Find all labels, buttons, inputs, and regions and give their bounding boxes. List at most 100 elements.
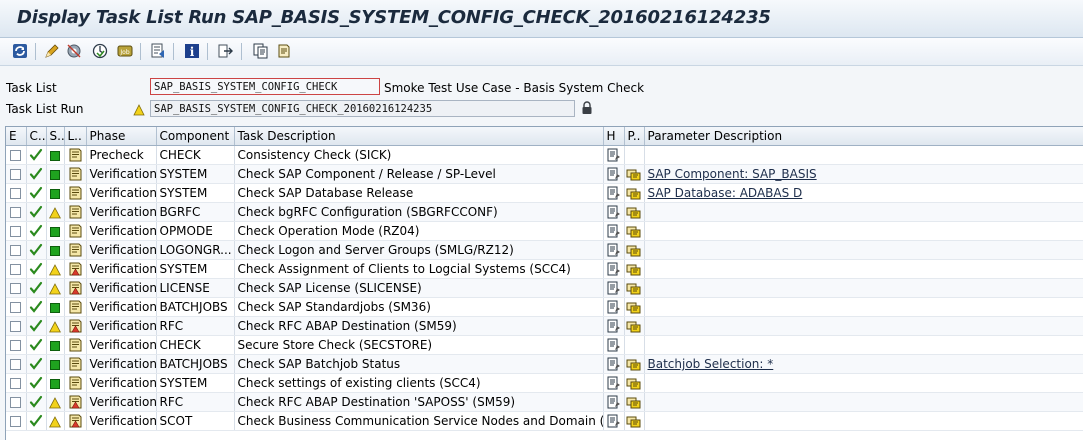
parameter-icon[interactable] [626,186,642,200]
parameter-icon-cell[interactable] [624,202,645,222]
table-row[interactable]: Verification BGRFC Check bgRFC Configurati… [6,202,1083,222]
navigate-icon[interactable] [218,43,234,59]
select-cell[interactable] [6,297,27,317]
log-icon[interactable] [67,224,83,238]
help-document-icon[interactable] [606,319,622,333]
row-checkbox[interactable] [10,283,22,294]
log-cell[interactable] [64,392,87,412]
help-cell[interactable] [603,145,625,165]
parameter-icon-cell[interactable] [624,259,645,279]
settings-icon[interactable] [66,43,82,59]
row-checkbox[interactable] [10,416,22,427]
table-row[interactable]: Verification SYSTEM Check Assignment of Cl… [6,259,1083,279]
table-row[interactable]: Verification SYSTEM Check SAP Component / … [6,164,1083,184]
refresh-icon[interactable] [12,43,28,59]
parameter-link[interactable]: Batchjob Selection: * [648,357,774,371]
print-icon[interactable] [276,43,292,59]
select-cell[interactable] [6,335,27,355]
edit-icon[interactable] [44,43,60,59]
help-cell[interactable] [603,316,625,336]
parameter-icon-cell[interactable] [624,183,645,203]
select-cell[interactable] [6,373,27,393]
log-cell[interactable] [64,145,87,165]
parameter-icon-cell[interactable] [624,297,645,317]
log-warning-icon[interactable] [67,395,83,409]
parameter-icon-cell[interactable] [624,411,645,431]
column-header-l[interactable]: L.. [64,127,87,146]
parameter-icon-cell[interactable] [624,240,645,260]
log-icon[interactable] [67,167,83,181]
log-cell[interactable] [64,335,87,355]
parameter-description-cell[interactable]: Batchjob Selection: * [644,354,1083,374]
table-row[interactable]: Verification SCOT Check Business Communica… [6,411,1083,431]
row-checkbox[interactable] [10,226,22,237]
parameter-icon[interactable] [626,243,642,257]
parameter-link[interactable]: SAP Component: SAP_BASIS [648,167,817,181]
help-document-icon[interactable] [606,357,622,371]
parameter-link[interactable]: SAP Database: ADABAS D [648,186,803,200]
log-warning-icon[interactable] [67,262,83,276]
select-cell[interactable] [6,145,27,165]
log-icon[interactable] [67,376,83,390]
copy-icon[interactable] [253,43,269,59]
log-cell[interactable] [64,164,87,184]
log-warning-icon[interactable] [67,281,83,295]
help-document-icon[interactable] [606,205,622,219]
log-cell[interactable] [64,221,87,241]
help-cell[interactable] [603,392,625,412]
parameter-icon-cell[interactable] [624,164,645,184]
parameter-icon-cell[interactable] [624,278,645,298]
help-document-icon[interactable] [606,167,622,181]
row-checkbox[interactable] [10,302,22,313]
parameter-icon-cell[interactable] [624,335,645,355]
table-row[interactable]: Verification CHECK Secure Store Check (SEC… [6,335,1083,355]
row-checkbox[interactable] [10,359,22,370]
log-icon[interactable] [67,186,83,200]
parameter-icon[interactable] [626,319,642,333]
parameter-icon[interactable] [626,224,642,238]
help-cell[interactable] [603,202,625,222]
table-row[interactable]: Verification RFC Check RFC ABAP Destinatio… [6,316,1083,336]
log-icon[interactable] [67,148,83,162]
help-cell[interactable] [603,183,625,203]
help-document-icon[interactable] [606,281,622,295]
log-icon[interactable] [67,357,83,371]
row-checkbox[interactable] [10,264,22,275]
select-cell[interactable] [6,164,27,184]
help-cell[interactable] [603,335,625,355]
log-cell[interactable] [64,240,87,260]
table-row[interactable]: Precheck CHECK Consistency Check (SICK) [6,145,1083,165]
select-cell[interactable] [6,202,27,222]
help-cell[interactable] [603,297,625,317]
select-cell[interactable] [6,240,27,260]
help-cell[interactable] [603,259,625,279]
table-row[interactable]: Verification SYSTEM Check SAP Database Rel… [6,183,1083,203]
column-header-component[interactable]: Component [156,127,235,146]
help-document-icon[interactable] [606,148,622,162]
help-document-icon[interactable] [606,376,622,390]
parameter-icon-cell[interactable] [624,354,645,374]
column-header-phase[interactable]: Phase [86,127,157,146]
table-row[interactable]: Verification LICENSE Check SAP License (SL… [6,278,1083,298]
parameter-icon[interactable] [626,167,642,181]
job-icon[interactable]: Job [117,43,133,59]
help-cell[interactable] [603,411,625,431]
help-cell[interactable] [603,240,625,260]
info-icon[interactable]: i [184,43,200,59]
table-row[interactable]: Verification OPMODE Check Operation Mode (… [6,221,1083,241]
parameter-icon-cell[interactable] [624,316,645,336]
column-header-h[interactable]: H [603,127,625,146]
export-icon[interactable] [150,43,166,59]
log-cell[interactable] [64,202,87,222]
help-document-icon[interactable] [606,186,622,200]
parameter-icon[interactable] [626,414,642,428]
help-document-icon[interactable] [606,224,622,238]
log-cell[interactable] [64,316,87,336]
column-header-parameter-description[interactable]: Parameter Description [644,127,1083,146]
log-icon[interactable] [67,243,83,257]
log-warning-icon[interactable] [67,414,83,428]
table-row[interactable]: Verification RFC Check RFC ABAP Destinatio… [6,392,1083,412]
help-cell[interactable] [603,164,625,184]
table-row[interactable]: Verification SYSTEM Check settings of exis… [6,373,1083,393]
parameter-icon-cell[interactable] [624,392,645,412]
